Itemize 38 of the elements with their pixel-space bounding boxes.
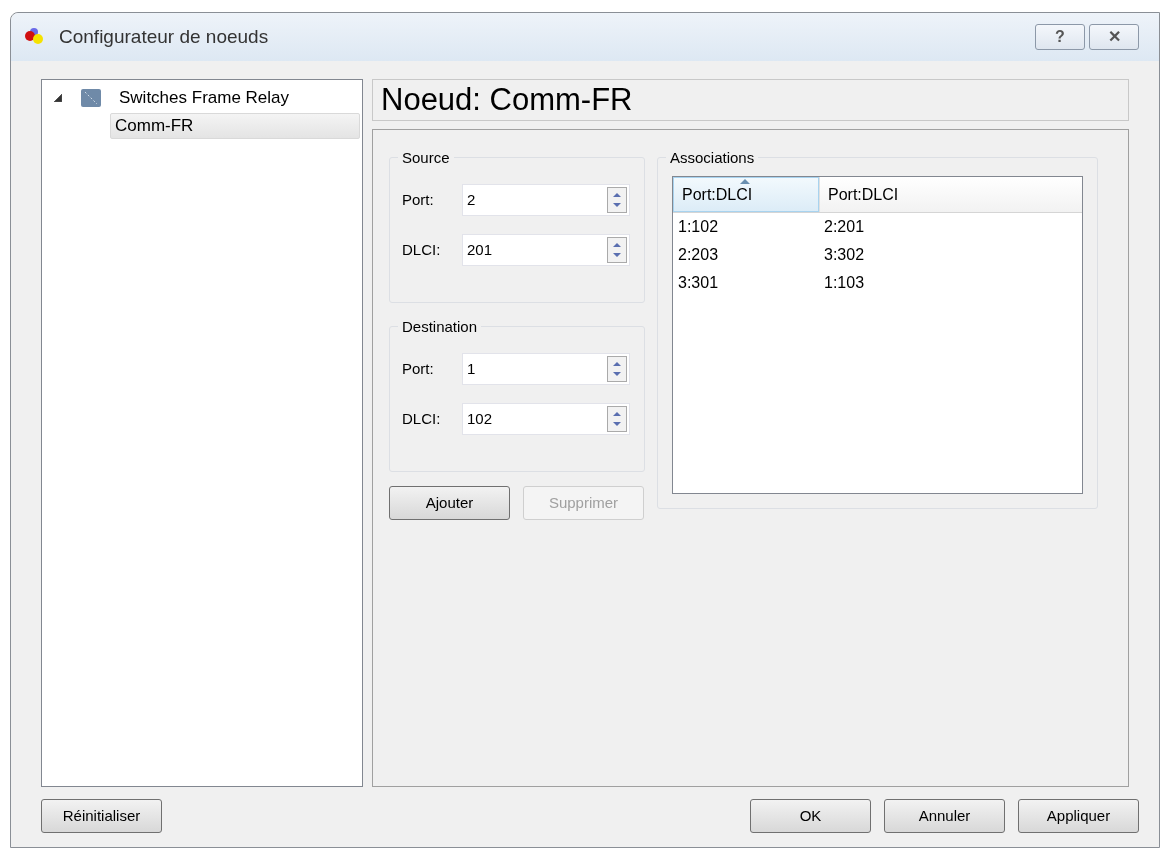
spin-value: 2 <box>467 189 477 210</box>
table-cell-text: 3:301 <box>677 273 720 293</box>
spin-value: 1 <box>467 358 477 379</box>
dialog-button[interactable]: Annuler <box>884 799 1005 833</box>
switch-icon <box>80 88 102 108</box>
spin-arrows-icon[interactable] <box>607 187 627 213</box>
table-cell-text: 1:103 <box>823 273 866 293</box>
column-header[interactable]: Port:DLCI <box>819 177 1082 212</box>
spin-arrows-icon[interactable] <box>607 406 627 432</box>
spin-arrows-icon[interactable] <box>607 237 627 263</box>
field-label: DLCI: <box>402 239 442 260</box>
spin-box[interactable]: 102 <box>462 403 630 435</box>
table-cell-text: 2:203 <box>677 245 720 265</box>
table-cell-text: 3:302 <box>823 245 866 265</box>
add-button[interactable]: Ajouter <box>389 486 510 520</box>
spin-value: 102 <box>467 408 494 429</box>
tree-item[interactable]: Switches Frame Relay <box>114 85 295 111</box>
table-cell-text: 1:102 <box>677 217 720 237</box>
spin-arrows-icon[interactable] <box>607 356 627 382</box>
table-cell-text: 2:201 <box>823 217 866 237</box>
dialog-button[interactable]: Appliquer <box>1018 799 1139 833</box>
column-header[interactable]: Port:DLCI <box>673 177 819 212</box>
close-button[interactable]: ✕ <box>1089 24 1139 50</box>
node-title: Noeud: Comm-FR <box>381 80 633 119</box>
field-label: Port: <box>402 189 435 210</box>
sort-arrow-icon <box>740 179 750 184</box>
dialog-button[interactable]: OK <box>750 799 871 833</box>
window-title: Configurateur de noeuds <box>59 24 269 49</box>
tree-item[interactable]: Comm-FR <box>110 113 360 139</box>
reset-button[interactable]: Réinitialiser <box>41 799 162 833</box>
spin-value: 201 <box>467 239 494 260</box>
field-label: DLCI: <box>402 408 442 429</box>
expand-arrow-icon[interactable] <box>54 94 62 102</box>
help-button[interactable]: ? <box>1035 24 1085 50</box>
spin-box[interactable]: 2 <box>462 184 630 216</box>
spin-box[interactable]: 1 <box>462 353 630 385</box>
field-label: Port: <box>402 358 435 379</box>
spin-box[interactable]: 201 <box>462 234 630 266</box>
